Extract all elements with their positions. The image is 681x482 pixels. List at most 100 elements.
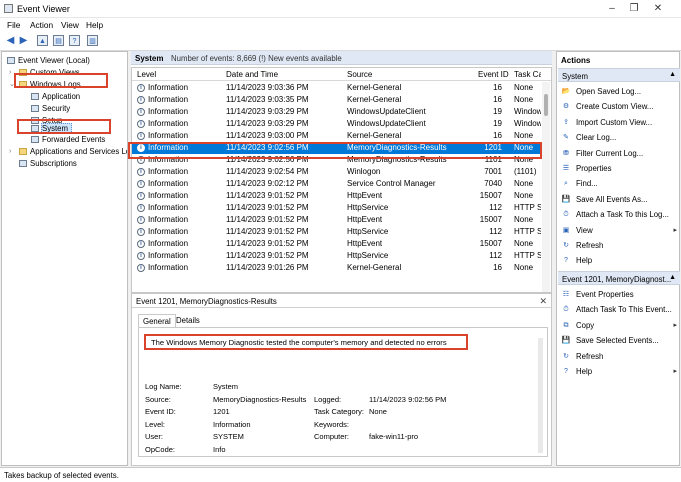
help-icon[interactable]: ? <box>69 35 80 46</box>
tab-general[interactable]: General <box>138 314 176 327</box>
column-level[interactable]: Level <box>137 70 156 79</box>
table-row[interactable]: i Information 11/14/2023 9:02:54 PM Winlogo… <box>132 166 541 178</box>
action-attach-task-to-log[interactable]: ⏱ Attach a Task To this Log... <box>561 209 679 221</box>
cell-source: Winlogon <box>347 167 381 176</box>
table-row[interactable]: i Information 11/14/2023 9:02:56 PM MemoryD… <box>132 154 541 166</box>
table-row[interactable]: i Information 11/14/2023 9:03:35 PM Kernel-… <box>132 94 541 106</box>
cell-event-id: 19 <box>493 119 502 128</box>
action-help[interactable]: ? Help <box>561 255 679 267</box>
tree-item-forwarded-events[interactable]: Forwarded Events <box>31 134 105 145</box>
table-row[interactable]: i Information 11/14/2023 9:01:52 PM HttpEve… <box>132 238 541 250</box>
table-row[interactable]: i Information 11/14/2023 9:01:52 PM HttpSer… <box>132 250 541 262</box>
chevron-right-icon[interactable]: › <box>9 146 11 157</box>
tree-item-subscriptions[interactable]: Subscriptions <box>19 158 77 169</box>
tree-item-custom-views[interactable]: › Custom Views <box>9 67 80 78</box>
action-attach-task-to-event[interactable]: ⏱ Attach Task To This Event... <box>561 304 679 316</box>
table-row[interactable]: i Information 11/14/2023 9:02:56 PM MemoryD… <box>132 142 541 154</box>
up-folder-icon[interactable]: ▲ <box>37 35 48 46</box>
tree-item-event-viewer-local[interactable]: Event Viewer (Local) <box>7 55 90 66</box>
value-task-category: None <box>369 407 387 416</box>
cell-task-category: HTTP Se <box>514 203 541 212</box>
chevron-right-icon[interactable]: › <box>9 67 11 78</box>
tree-label: Event Viewer (Local) <box>18 56 90 65</box>
column-event-id[interactable]: Event ID <box>478 70 509 79</box>
forward-arrow-icon[interactable]: ▶ <box>18 35 29 46</box>
label-computer: Computer: <box>314 432 350 441</box>
cell-source: MemoryDiagnostics-Results <box>347 155 447 164</box>
table-row[interactable]: i Information 11/14/2023 9:02:12 PM Service… <box>132 178 541 190</box>
menu-help[interactable]: Help <box>86 20 103 30</box>
table-row[interactable]: i Information 11/14/2023 9:03:00 PM Kernel-… <box>132 130 541 142</box>
chevron-up-icon[interactable]: ▲ <box>669 71 676 78</box>
subscriptions-icon <box>19 160 27 167</box>
table-row[interactable]: i Information 11/14/2023 9:01:52 PM HttpSer… <box>132 202 541 214</box>
cell-level: Information <box>148 107 189 116</box>
action-create-custom-view[interactable]: ⚙ Create Custom View... <box>561 101 679 113</box>
cell-event-id: 15007 <box>479 191 502 200</box>
minimize-icon[interactable]: – <box>605 3 619 15</box>
action-find[interactable]: ⌕ Find... <box>561 178 679 190</box>
action-refresh[interactable]: ↻ Refresh <box>561 240 679 252</box>
action-copy[interactable]: ⧉ Copy ▸ <box>561 320 679 332</box>
table-row[interactable]: i Information 11/14/2023 9:01:52 PM HttpEve… <box>132 214 541 226</box>
chevron-up-icon[interactable]: ▲ <box>669 274 676 281</box>
chevron-down-icon[interactable]: ⌄ <box>9 79 15 90</box>
action-label: View <box>576 225 593 235</box>
actions-section-event[interactable]: Event 1201, MemoryDiagnost... ▲ <box>558 271 680 285</box>
action-properties[interactable]: ☰ Properties <box>561 163 679 175</box>
table-scrollbar[interactable] <box>542 82 550 292</box>
menu-view[interactable]: View <box>61 20 79 30</box>
action-save-all-events-as[interactable]: 💾 Save All Events As... <box>561 194 679 206</box>
action-label: Import Custom View... <box>576 117 653 127</box>
actions-section-system[interactable]: System ▲ <box>558 68 680 82</box>
column-source[interactable]: Source <box>347 70 372 79</box>
status-text: Takes backup of selected events. <box>4 471 119 480</box>
value-computer: fake-win11-pro <box>369 432 419 441</box>
action-view[interactable]: ▣ View ▸ <box>561 225 679 237</box>
back-arrow-icon[interactable]: ◀ <box>5 35 16 46</box>
tab-details[interactable]: Details <box>172 314 204 327</box>
show-hide-tree-icon[interactable]: ▤ <box>53 35 64 46</box>
close-icon[interactable]: ✕ <box>651 3 665 15</box>
action-open-saved-log[interactable]: 📂 Open Saved Log... <box>561 86 679 98</box>
action-refresh[interactable]: ↻ Refresh <box>561 351 679 363</box>
table-row[interactable]: i Information 11/14/2023 9:01:52 PM HttpEve… <box>132 190 541 202</box>
cell-date-time: 11/14/2023 9:03:29 PM <box>226 119 309 128</box>
tree-item-windows-logs[interactable]: ⌄ Windows Logs <box>9 79 81 90</box>
action-save-selected-events[interactable]: 💾 Save Selected Events... <box>561 335 679 347</box>
table-row[interactable]: i Information 11/14/2023 9:01:52 PM HttpSer… <box>132 226 541 238</box>
log-icon <box>31 117 39 124</box>
cell-date-time: 11/14/2023 9:01:52 PM <box>226 191 309 200</box>
action-help[interactable]: ? Help ▸ <box>561 366 679 378</box>
cell-source: HttpEvent <box>347 215 383 224</box>
scrollbar-thumb[interactable] <box>544 94 548 116</box>
description-scrollbar[interactable] <box>538 338 543 453</box>
action-event-properties[interactable]: ☷ Event Properties <box>561 289 679 301</box>
tree-item-applications-services[interactable]: › Applications and Services Lo <box>9 146 127 157</box>
action-clear-log[interactable]: ✎ Clear Log... <box>561 132 679 144</box>
toolbar: ◀ ▶ ▲ ▤ ? ▥ <box>0 31 681 51</box>
tree-item-application[interactable]: Application <box>31 91 80 102</box>
chevron-right-icon: ▸ <box>673 321 677 329</box>
column-date-time[interactable]: Date and Time <box>226 70 278 79</box>
description-area: The Windows Memory Diagnostic tested the… <box>145 332 535 375</box>
cell-source: Kernel-General <box>347 131 402 140</box>
action-filter-current-log[interactable]: ⛃ Filter Current Log... <box>561 148 679 160</box>
table-row[interactable]: i Information 11/14/2023 9:03:29 PM Windows… <box>132 118 541 130</box>
table-row[interactable]: i Information 11/14/2023 9:03:36 PM Kernel-… <box>132 82 541 94</box>
tree-item-system[interactable]: System <box>31 123 68 134</box>
action-import-custom-view[interactable]: ⇪ Import Custom View... <box>561 117 679 129</box>
value-log-name: System <box>213 382 239 391</box>
close-details-icon[interactable]: ✕ <box>539 296 547 307</box>
cell-date-time: 11/14/2023 9:01:52 PM <box>226 215 309 224</box>
tree-label: Subscriptions <box>30 159 77 168</box>
show-hide-action-pane-icon[interactable]: ▥ <box>87 35 98 46</box>
tree-item-security[interactable]: Security <box>31 103 70 114</box>
copy-icon: ⧉ <box>563 321 569 329</box>
table-row[interactable]: i Information 11/14/2023 9:03:29 PM Windows… <box>132 106 541 118</box>
column-task-category[interactable]: Task Cat <box>514 70 541 79</box>
menu-action[interactable]: Action <box>30 20 53 30</box>
table-row[interactable]: i Information 11/14/2023 9:01:26 PM Kernel-… <box>132 262 541 274</box>
restore-icon[interactable]: ❐ <box>627 3 641 15</box>
menu-file[interactable]: File <box>7 20 20 30</box>
